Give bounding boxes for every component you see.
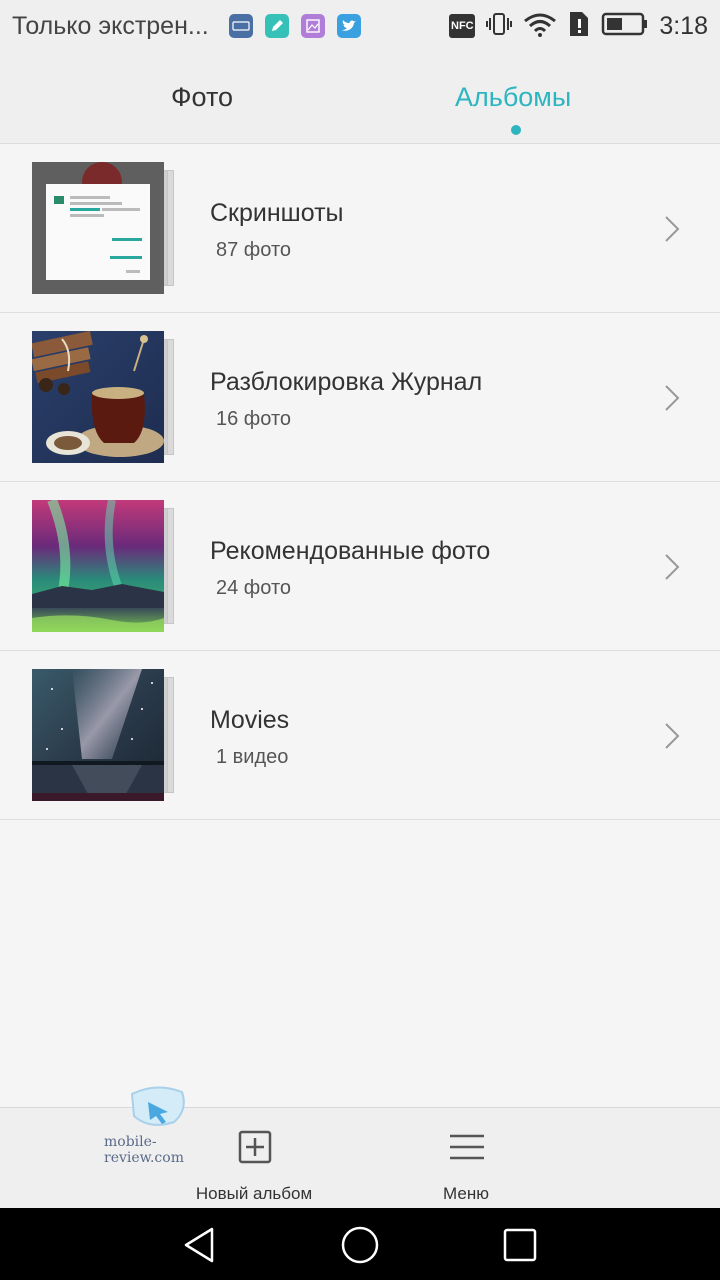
- album-thumbnail: [32, 162, 164, 294]
- album-count: 1 видео: [216, 746, 289, 768]
- wifi-icon: [523, 11, 557, 42]
- sim-icon: [567, 11, 591, 42]
- album-title: Movies: [210, 706, 290, 734]
- album-row-screenshots[interactable]: Скриншоты 87 фото: [0, 144, 720, 313]
- album-count: 24 фото: [216, 577, 291, 599]
- album-row-movies[interactable]: Movies 1 видео: [0, 651, 720, 820]
- nfc-label: NFC: [451, 20, 474, 32]
- album-count: 16 фото: [216, 408, 291, 430]
- album-thumbnail-stack: [32, 669, 180, 801]
- chevron-right-icon: [665, 723, 680, 749]
- battery-icon: [601, 11, 649, 42]
- album-count: 87 фото: [216, 239, 291, 261]
- album-title: Разблокировка Журнал: [210, 368, 483, 396]
- menu-label: Меню: [443, 1184, 489, 1203]
- album-title: Рекомендованные фото: [210, 537, 491, 565]
- system-status-icons: NFC 3:18: [449, 11, 708, 42]
- album-thumbnail: [32, 500, 164, 632]
- notification-icons: [228, 14, 361, 38]
- notification-text: Только экстрен...: [12, 11, 209, 40]
- menu-button[interactable]: Меню: [366, 1108, 566, 1209]
- chevron-right-icon: [665, 385, 680, 411]
- lovi-app-icon: [228, 14, 253, 38]
- clock: 3:18: [659, 11, 708, 40]
- album-thumbnail-stack: [32, 500, 180, 632]
- back-icon[interactable]: [180, 1225, 220, 1265]
- vibrate-icon: [485, 11, 513, 42]
- twitter-icon: [336, 14, 361, 38]
- album-row-recommended[interactable]: Рекомендованные фото 24 фото: [0, 482, 720, 651]
- album-title: Скриншоты: [210, 199, 344, 227]
- status-bar: Только экстрен... NFC 3:18: [0, 0, 720, 52]
- chevron-right-icon: [665, 554, 680, 580]
- nfc-icon: NFC: [449, 14, 476, 38]
- watermark: mobile-review.com: [104, 1082, 214, 1166]
- tab-photos[interactable]: Фото: [171, 82, 233, 113]
- home-icon[interactable]: [340, 1225, 380, 1265]
- album-row-unlock-journal[interactable]: Разблокировка Журнал 16 фото: [0, 313, 720, 482]
- album-thumbnail: [32, 669, 164, 801]
- add-box-icon: [238, 1130, 272, 1164]
- notes-app-icon: [264, 14, 289, 38]
- album-thumbnail-stack: [32, 331, 180, 463]
- watermark-text: mobile-review.com: [104, 1134, 184, 1166]
- chevron-right-icon: [665, 216, 680, 242]
- tab-albums[interactable]: Альбомы: [455, 82, 571, 113]
- album-list: Скриншоты 87 фото Разблокировка Журнал 1…: [0, 144, 720, 820]
- watermark-logo: [130, 1086, 185, 1126]
- recents-icon[interactable]: [500, 1225, 540, 1265]
- active-tab-indicator: [511, 125, 521, 135]
- tab-bar: Фото Альбомы: [0, 52, 720, 144]
- album-thumbnail: [32, 331, 164, 463]
- menu-icon: [450, 1134, 484, 1160]
- gallery-app-icon: [300, 14, 325, 38]
- album-thumbnail-stack: [32, 162, 180, 294]
- new-album-label: Новый альбом: [195, 1184, 313, 1203]
- system-navigation-bar: [0, 1208, 720, 1280]
